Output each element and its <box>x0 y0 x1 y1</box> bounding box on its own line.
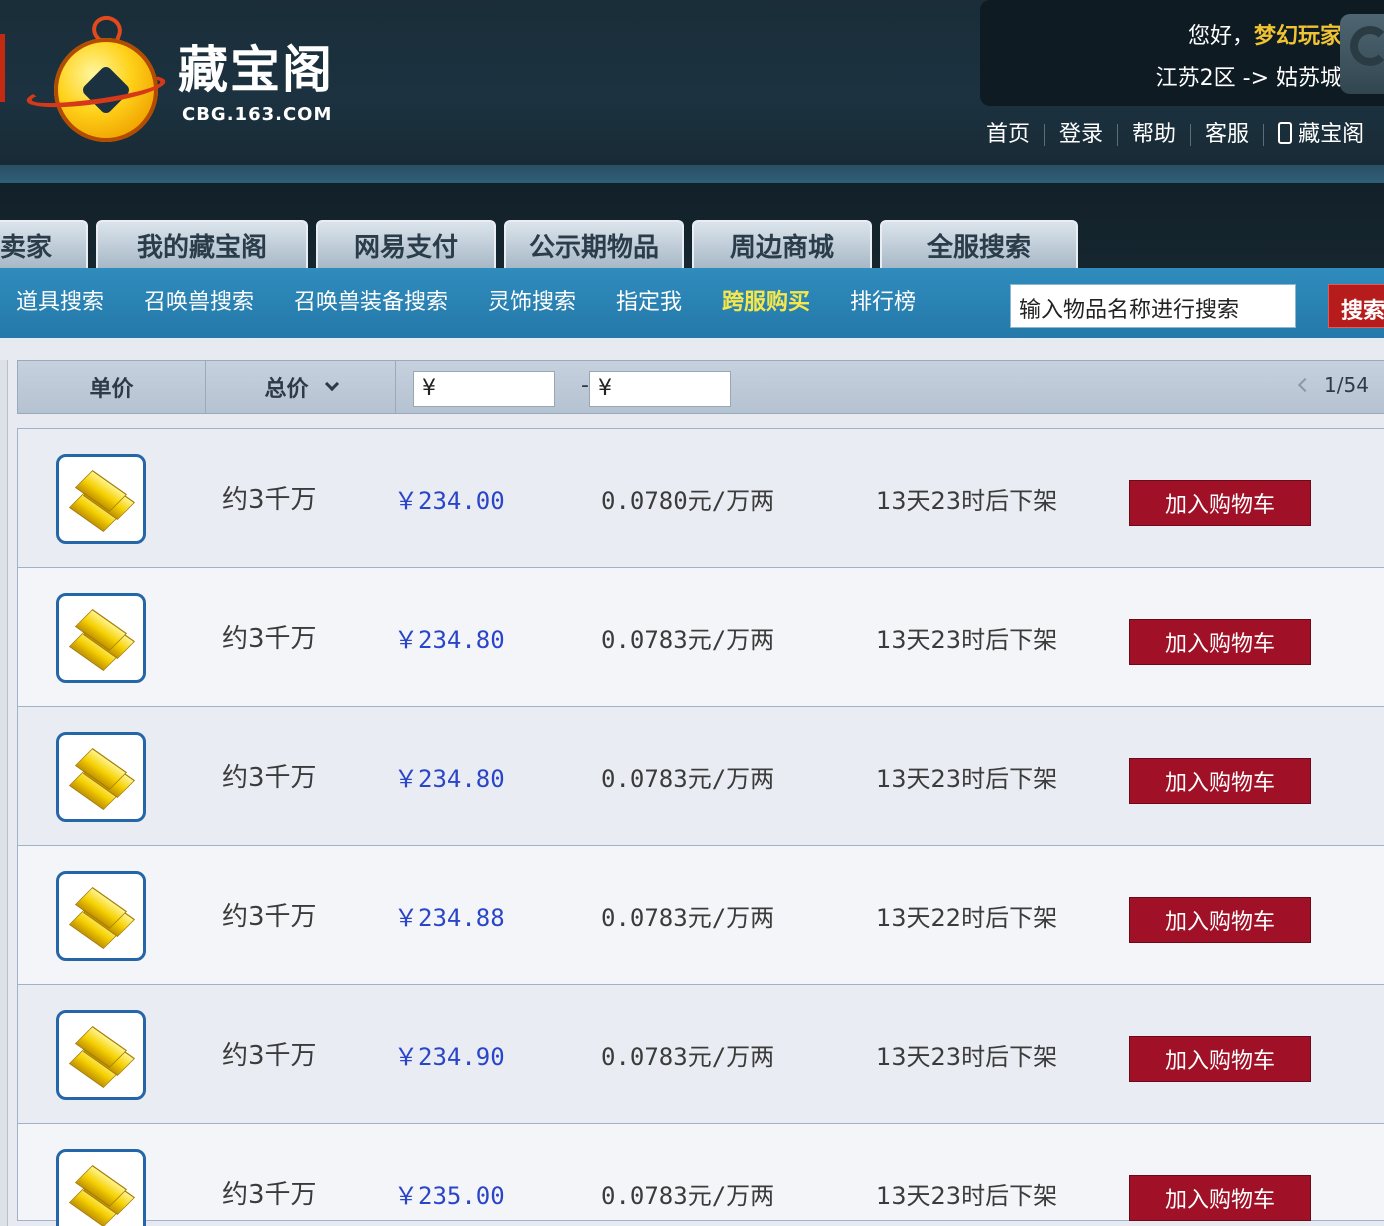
listing-amount: 约3千万 <box>222 624 317 654</box>
link-help[interactable]: 帮助 <box>1118 120 1190 150</box>
range-separator: - <box>581 373 589 398</box>
subnav-ornament-search[interactable]: 灵饰搜索 <box>488 288 576 318</box>
listing-price: ￥234.80 <box>394 626 505 654</box>
subnav-ranking[interactable]: 排行榜 <box>850 288 916 318</box>
subnav-pet-search[interactable]: 召唤兽搜索 <box>144 288 254 318</box>
gold-ingot-icon[interactable] <box>56 1010 146 1100</box>
listing-amount: 约3千万 <box>222 902 317 932</box>
listing-unit-price: 0.0780元/万两 <box>601 487 775 515</box>
filter-bar: 单价 总价 ¥ - ¥ 1/54 <box>17 360 1384 414</box>
listing-time-left: 13天23时后下架 <box>876 1043 1058 1071</box>
listing-amount: 约3千万 <box>222 1180 317 1210</box>
tab-my-cbg[interactable]: 我的藏宝阁 <box>96 220 308 268</box>
link-home[interactable]: 首页 <box>986 120 1044 150</box>
sort-by-total-price[interactable]: 总价 <box>206 361 396 413</box>
subnav-item-search[interactable]: 道具搜索 <box>16 288 104 318</box>
chevron-left-icon[interactable] <box>1297 377 1313 393</box>
add-to-cart-button[interactable]: 加入购物车 <box>1129 480 1311 526</box>
add-to-cart-button[interactable]: 加入购物车 <box>1129 1175 1311 1221</box>
subnav-cross-server[interactable]: 跨服购买 <box>722 288 810 318</box>
listing-time-left: 13天22时后下架 <box>876 904 1058 932</box>
listing-price: ￥234.80 <box>394 765 505 793</box>
link-login[interactable]: 登录 <box>1045 120 1117 150</box>
price-max-input[interactable]: ¥ <box>589 371 731 407</box>
listing-price: ￥234.88 <box>394 904 505 932</box>
listing-price: ￥234.00 <box>394 487 505 515</box>
listing-row: 约3千万 ￥234.80 0.0783元/万两 13天23时后下架 加入购物车 <box>17 567 1384 706</box>
sort-by-unit-price[interactable]: 单价 <box>18 361 206 413</box>
avatar[interactable] <box>1340 14 1384 94</box>
add-to-cart-button[interactable]: 加入购物车 <box>1129 897 1311 943</box>
listing-time-left: 13天23时后下架 <box>876 765 1058 793</box>
listing-row: 约3千万 ￥234.88 0.0783元/万两 13天22时后下架 加入购物车 <box>17 845 1384 984</box>
gold-ingot-icon[interactable] <box>56 1149 146 1226</box>
listing-amount: 约3千万 <box>222 1041 317 1071</box>
listing-unit-price: 0.0783元/万两 <box>601 904 775 932</box>
listing-time-left: 13天23时后下架 <box>876 626 1058 654</box>
gold-ingot-icon[interactable] <box>56 593 146 683</box>
chevron-down-icon <box>324 376 339 392</box>
listing-time-left: 13天23时后下架 <box>876 1182 1058 1210</box>
greeting: 您好，梦幻玩家 <box>1187 24 1342 49</box>
pager: 1/54 <box>1297 373 1384 397</box>
price-min-input[interactable]: ¥ <box>413 371 555 407</box>
search-input[interactable]: 输入物品名称进行搜索 <box>1010 284 1296 328</box>
left-gutter <box>0 360 8 1226</box>
listing-unit-price: 0.0783元/万两 <box>601 1043 775 1071</box>
listing-row: 约3千万 ￥234.00 0.0780元/万两 13天23时后下架 加入购物车 <box>17 428 1384 567</box>
brand-title[interactable]: 藏宝阁 <box>178 40 334 100</box>
side-accent <box>0 34 5 102</box>
link-mobile-app[interactable]: 藏宝阁 <box>1264 120 1378 150</box>
top-links: 首页 登录 帮助 客服 藏宝阁 <box>986 118 1378 152</box>
subnav-designated[interactable]: 指定我 <box>616 288 682 318</box>
listing-row: 约3千万 ￥234.80 0.0783元/万两 13天23时后下架 加入购物车 <box>17 706 1384 845</box>
listing-price: ￥235.00 <box>394 1182 505 1210</box>
listing-amount: 约3千万 <box>222 763 317 793</box>
tab-all-server-search[interactable]: 全服搜索 <box>880 220 1078 268</box>
listing-row: 约3千万 ￥234.90 0.0783元/万两 13天23时后下架 加入购物车 <box>17 984 1384 1123</box>
listing-amount: 约3千万 <box>222 485 317 515</box>
listing-unit-price: 0.0783元/万两 <box>601 626 775 654</box>
gold-ingot-icon[interactable] <box>56 871 146 961</box>
listing-unit-price: 0.0783元/万两 <box>601 765 775 793</box>
tab-public-items[interactable]: 公示期物品 <box>504 220 684 268</box>
gold-ingot-icon[interactable] <box>56 732 146 822</box>
subnav-pet-equip-search[interactable]: 召唤兽装备搜索 <box>294 288 448 318</box>
add-to-cart-button[interactable]: 加入购物车 <box>1129 1036 1311 1082</box>
tab-merch-store[interactable]: 周边商城 <box>692 220 872 268</box>
add-to-cart-button[interactable]: 加入购物车 <box>1129 758 1311 804</box>
listing-time-left: 13天23时后下架 <box>876 487 1058 515</box>
listing-list: 约3千万 ￥234.00 0.0780元/万两 13天23时后下架 加入购物车 … <box>17 428 1384 1226</box>
listing-price: ￥234.90 <box>394 1043 505 1071</box>
brand-domain: CBG.163.COM <box>182 104 333 125</box>
player-name[interactable]: 梦幻玩家 <box>1254 24 1342 49</box>
tab-seller[interactable]: 卖家 <box>0 220 88 268</box>
server-info[interactable]: 江苏2区 -> 姑苏城 <box>1156 60 1342 92</box>
link-support[interactable]: 客服 <box>1191 120 1263 150</box>
page-indicator: 1/54 <box>1324 373 1369 397</box>
user-panel: 您好，梦幻玩家 江苏2区 -> 姑苏城 <box>980 0 1384 106</box>
search-button[interactable]: 搜索 <box>1328 284 1384 328</box>
header-band <box>0 165 1384 183</box>
phone-icon <box>1278 122 1293 144</box>
logo[interactable] <box>24 11 168 142</box>
add-to-cart-button[interactable]: 加入购物车 <box>1129 619 1311 665</box>
user-icon <box>1350 26 1384 66</box>
gold-ingot-icon[interactable] <box>56 454 146 544</box>
listing-row: 约3千万 ￥235.00 0.0783元/万两 13天23时后下架 加入购物车 <box>17 1123 1384 1226</box>
listing-unit-price: 0.0783元/万两 <box>601 1182 775 1210</box>
main-tabs: 卖家 我的藏宝阁 网易支付 公示期物品 周边商城 全服搜索 <box>0 220 1086 268</box>
tab-netease-pay[interactable]: 网易支付 <box>316 220 496 268</box>
